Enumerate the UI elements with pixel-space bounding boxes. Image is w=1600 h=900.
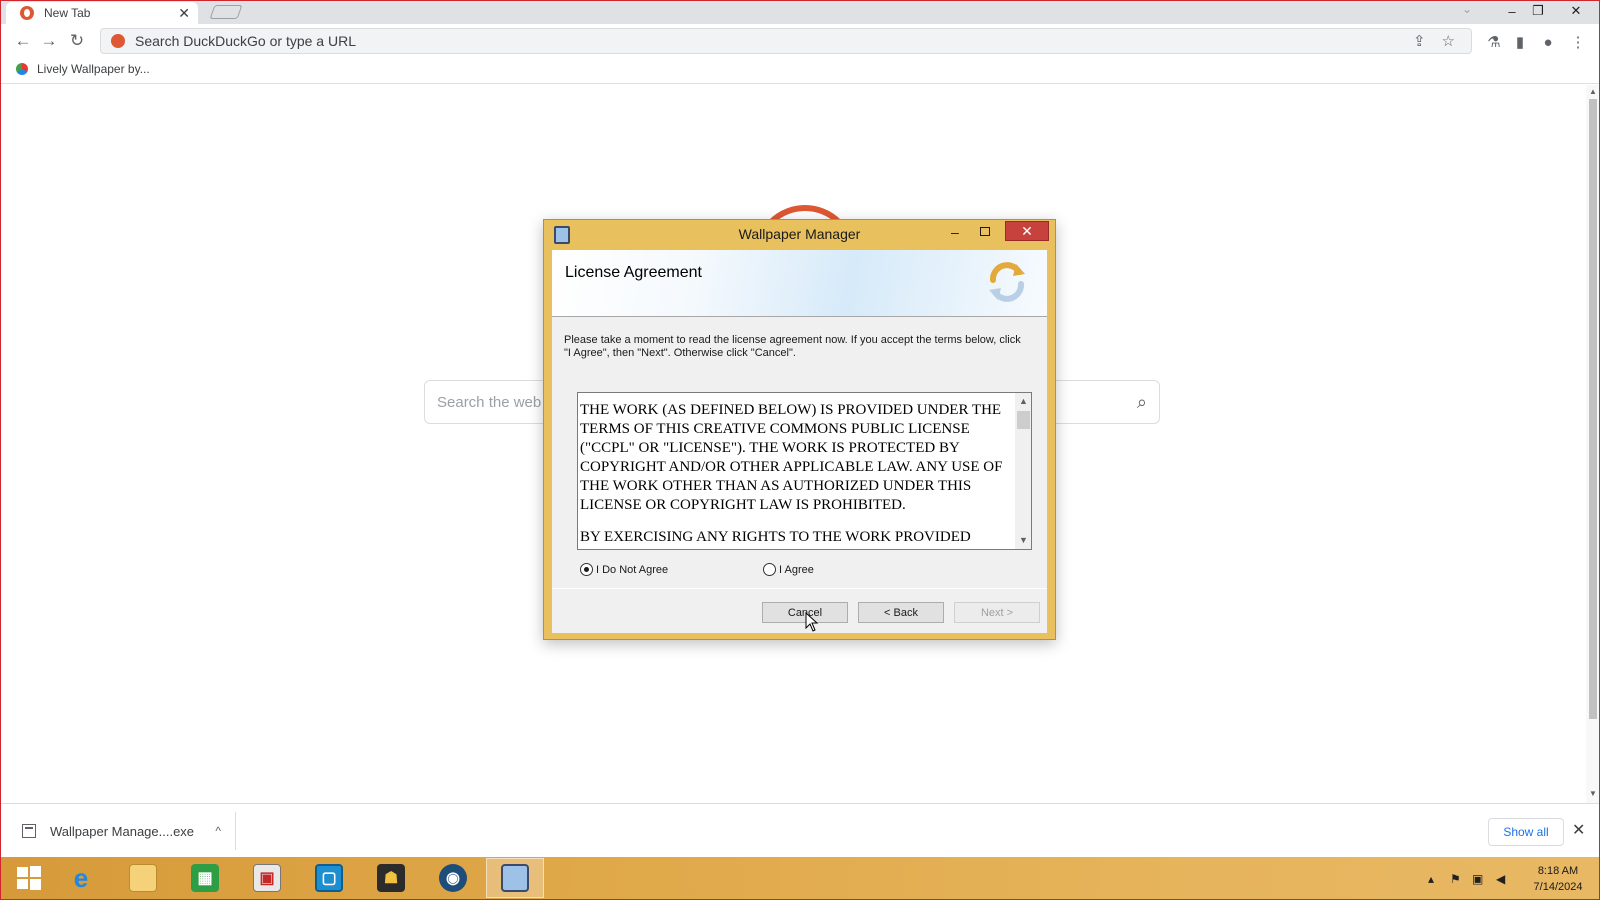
scroll-down-icon[interactable]: ▼ xyxy=(1589,789,1597,798)
download-item[interactable]: Wallpaper Manage....exe ^ xyxy=(12,812,236,850)
bookmark-lively-wallpaper[interactable]: Lively Wallpaper by... xyxy=(16,62,150,76)
bookmark-label: Lively Wallpaper by... xyxy=(37,62,150,76)
tray-expand-icon[interactable]: ▴ xyxy=(1428,857,1434,900)
page-scrollbar[interactable]: ▲ ▼ xyxy=(1586,85,1600,803)
bookmarks-bar: Lively Wallpaper by... xyxy=(0,58,1600,84)
tab-title: New Tab xyxy=(44,6,91,20)
network-icon[interactable]: ▣ xyxy=(1472,857,1483,900)
license-scroll-thumb[interactable] xyxy=(1017,411,1030,429)
lively-wallpaper-icon xyxy=(16,63,28,75)
new-tab-button[interactable] xyxy=(209,5,243,19)
dialog-separator xyxy=(552,588,1047,589)
dialog-close-button[interactable]: ✕ xyxy=(1005,221,1049,241)
scroll-up-icon[interactable]: ▲ xyxy=(1589,87,1597,96)
license-text: THE WORK (AS DEFINED BELOW) IS PROVIDED … xyxy=(580,401,1014,549)
radio-do-not-agree-input[interactable] xyxy=(580,563,593,576)
download-shelf: Wallpaper Manage....exe ^ Show all ✕ xyxy=(0,803,1600,857)
dialog-instructions: Please take a moment to read the license… xyxy=(564,334,1021,359)
dialog-minimize-button[interactable]: – xyxy=(951,224,959,240)
dialog-body: License Agreement Please take a moment t… xyxy=(552,250,1047,633)
share-icon[interactable]: ⇪ xyxy=(1413,32,1426,50)
license-text-box[interactable]: THE WORK (AS DEFINED BELOW) IS PROVIDED … xyxy=(577,392,1032,550)
flag-icon[interactable]: ⚑ xyxy=(1450,857,1461,900)
dialog-maximize-button[interactable] xyxy=(980,227,990,236)
license-paragraph: THE WORK (AS DEFINED BELOW) IS PROVIDED … xyxy=(580,402,1003,513)
address-input[interactable] xyxy=(135,33,1413,49)
duckduckgo-icon xyxy=(20,6,34,20)
media-app-icon: ▣ xyxy=(253,864,281,892)
back-button[interactable]: ← xyxy=(12,30,34,52)
scroll-up-icon[interactable]: ▲ xyxy=(1019,396,1028,406)
taskbar: e ▦ ▣ ▢ ☗ ◉ ▴ ⚑ ▣ ◀ 8:18 AM 7/14/2024 xyxy=(0,857,1600,900)
side-panel-icon[interactable]: ▮ xyxy=(1510,32,1530,52)
duckduckgo-icon xyxy=(111,34,125,48)
internet-explorer-icon: e xyxy=(73,862,89,893)
taskbar-wallpaper-installer[interactable] xyxy=(486,858,544,898)
profile-avatar-icon[interactable]: ● xyxy=(1538,32,1558,52)
address-bar[interactable]: ⇪ ☆ xyxy=(100,28,1472,54)
taskbar-media-app[interactable]: ▣ xyxy=(238,858,296,898)
taskbar-internet-explorer[interactable]: e xyxy=(52,858,110,898)
taskbar-store[interactable]: ▦ xyxy=(176,858,234,898)
store-icon: ▦ xyxy=(191,864,219,892)
dialog-header: License Agreement xyxy=(552,250,1047,317)
refresh-icon xyxy=(989,262,1025,302)
file-icon xyxy=(22,824,36,838)
radio-agree-input[interactable] xyxy=(763,563,776,576)
search-icon[interactable]: ⌕ xyxy=(1137,392,1147,413)
dialog-titlebar[interactable]: Wallpaper Manager – ✕ xyxy=(544,220,1055,250)
hacker-app-icon: ☗ xyxy=(377,864,405,892)
installer-app-icon xyxy=(501,864,529,892)
next-button[interactable]: Next > xyxy=(954,602,1040,623)
dialog-heading: License Agreement xyxy=(565,264,702,281)
tab-close-icon[interactable]: ✕ xyxy=(178,5,190,22)
browser-toolbar: ← → ↻ ⇪ ☆ ⚗ ▮ ● ⋮ xyxy=(0,24,1600,58)
close-shelf-icon[interactable]: ✕ xyxy=(1572,820,1585,840)
radio-agree[interactable]: I Agree xyxy=(763,563,814,576)
license-paragraph: BY EXERCISING ANY RIGHTS TO THE WORK PRO… xyxy=(580,529,971,545)
taskbar-hacker-app[interactable]: ☗ xyxy=(362,858,420,898)
radio-do-not-agree[interactable]: I Do Not Agree xyxy=(580,563,668,576)
taskbar-virtualbox[interactable]: ▢ xyxy=(300,858,358,898)
menu-kebab-icon[interactable]: ⋮ xyxy=(1568,32,1588,52)
globe-app-icon: ◉ xyxy=(439,864,467,892)
bookmark-star-icon[interactable]: ☆ xyxy=(1442,32,1455,50)
clock[interactable]: 8:18 AM 7/14/2024 xyxy=(1522,863,1594,895)
dialog-title: Wallpaper Manager xyxy=(738,226,861,242)
clock-time: 8:18 AM xyxy=(1537,865,1579,877)
windows-logo-icon xyxy=(17,866,41,890)
show-all-button[interactable]: Show all xyxy=(1488,818,1564,846)
labs-flask-icon[interactable]: ⚗ xyxy=(1484,32,1504,52)
forward-button[interactable]: → xyxy=(38,30,60,52)
chevron-up-icon[interactable]: ^ xyxy=(215,824,221,838)
reload-button[interactable]: ↻ xyxy=(66,30,88,52)
folder-icon xyxy=(129,864,157,892)
back-button[interactable]: < Back xyxy=(858,602,944,623)
close-window-button[interactable]: ✕ xyxy=(1560,0,1592,22)
wallpaper-manager-dialog: Wallpaper Manager – ✕ License Agreement … xyxy=(543,219,1056,640)
radio-do-not-agree-label[interactable]: I Do Not Agree xyxy=(596,564,668,576)
tab-new-tab[interactable]: New Tab ✕ xyxy=(6,2,198,24)
download-file-name[interactable]: Wallpaper Manage....exe xyxy=(50,824,215,839)
taskbar-file-explorer[interactable] xyxy=(114,858,172,898)
scrollbar-thumb[interactable] xyxy=(1589,99,1597,719)
tab-strip: New Tab ✕ ⌄ – ❐ ✕ xyxy=(0,0,1600,24)
virtualbox-icon: ▢ xyxy=(315,864,343,892)
radio-agree-label[interactable]: I Agree xyxy=(779,564,814,576)
restore-window-button[interactable]: ❐ xyxy=(1522,0,1554,22)
taskbar-steam-like-app[interactable]: ◉ xyxy=(424,858,482,898)
start-button[interactable] xyxy=(0,858,58,898)
mouse-cursor-icon xyxy=(805,612,819,632)
clock-date: 7/14/2024 xyxy=(1533,881,1583,893)
volume-muted-icon[interactable]: ◀ xyxy=(1496,857,1505,900)
license-scrollbar[interactable]: ▲ ▼ xyxy=(1015,393,1031,549)
tab-search-icon[interactable]: ⌄ xyxy=(1462,2,1472,16)
scroll-down-icon[interactable]: ▼ xyxy=(1019,535,1028,545)
